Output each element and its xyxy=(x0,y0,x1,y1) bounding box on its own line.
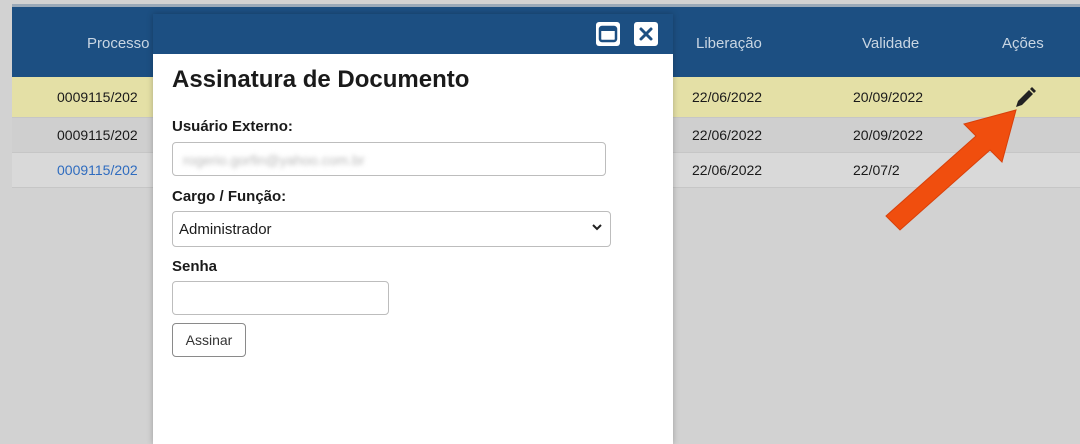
dialog-title: Assinatura de Documento xyxy=(172,66,470,93)
signature-dialog: Assinatura de Documento Usuário Externo:… xyxy=(153,14,673,444)
cell-processo: 0009115/202 xyxy=(57,89,138,105)
cell-liberacao: 22/06/2022 xyxy=(692,127,763,143)
header-validade[interactable]: Validade xyxy=(862,35,919,52)
cargo-selected-value: Administrador xyxy=(179,221,272,238)
assinar-button[interactable]: Assinar xyxy=(172,323,246,357)
header-processo[interactable]: Processo xyxy=(87,35,150,52)
arrow-icon xyxy=(885,109,1017,231)
cargo-label: Cargo / Função: xyxy=(172,188,287,205)
usuario-value: rogerio.gorfin@yahoo.com.br xyxy=(183,152,365,168)
senha-input[interactable] xyxy=(172,281,389,315)
usuario-field[interactable]: rogerio.gorfin@yahoo.com.br xyxy=(172,142,606,176)
cell-liberacao: 22/06/2022 xyxy=(692,162,763,178)
senha-label: Senha xyxy=(172,258,218,275)
header-liberacao[interactable]: Liberação xyxy=(696,35,762,52)
cell-liberacao: 22/06/2022 xyxy=(692,89,763,105)
dialog-titlebar[interactable] xyxy=(153,14,673,54)
cell-processo: 0009115/202 xyxy=(57,127,138,143)
usuario-label: Usuário Externo: xyxy=(172,118,293,135)
maximize-icon[interactable] xyxy=(596,22,620,46)
chevron-down-icon xyxy=(592,224,602,231)
cargo-select[interactable]: Administrador xyxy=(172,211,611,247)
header-acoes: Ações xyxy=(1002,35,1044,52)
close-icon[interactable] xyxy=(634,22,658,46)
cell-processo-link[interactable]: 0009115/202 xyxy=(57,162,138,178)
